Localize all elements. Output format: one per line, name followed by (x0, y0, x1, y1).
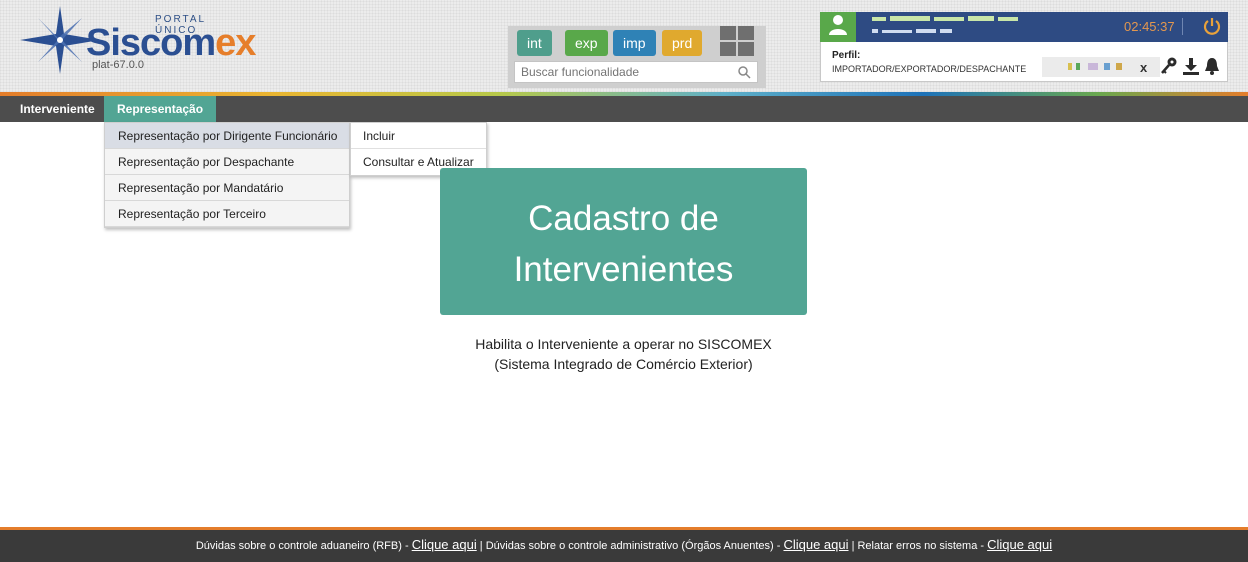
key-icon[interactable] (1160, 56, 1178, 76)
perfil-value: IMPORTADOR/EXPORTADOR/DESPACHANTE (832, 64, 1027, 74)
perfil-clear-button[interactable]: x (1140, 60, 1147, 75)
submenu-item-incluir[interactable]: Incluir (351, 123, 486, 149)
footer: Dúvidas sobre o controle aduaneiro (RFB)… (0, 530, 1248, 562)
footer-link-erros[interactable]: Clique aqui (987, 537, 1052, 552)
footer-text-anuentes: | Dúvidas sobre o controle administrativ… (476, 540, 784, 552)
footer-text-erros: | Relatar erros no sistema - (848, 540, 988, 552)
footer-link-rfb[interactable]: Clique aqui (412, 537, 477, 552)
siscomex-logo[interactable]: PORTAL ÚNICO Siscomex plat-67.0.0 (20, 6, 256, 76)
nav-item-interveniente[interactable]: Interveniente (8, 96, 107, 122)
download-icon[interactable] (1182, 56, 1200, 76)
session-clock: 02:45:37 (1124, 19, 1175, 34)
description-line2: (Sistema Integrado de Comércio Exterior) (494, 356, 753, 372)
logo-name-main: Siscom (86, 22, 216, 64)
user-avatar-icon (829, 15, 847, 35)
nav-item-representacao[interactable]: Representação (104, 96, 217, 122)
menu-item-terceiro[interactable]: Representação por Terceiro (105, 201, 349, 227)
footer-link-anuentes[interactable]: Clique aqui (783, 537, 848, 552)
apps-grid-icon[interactable] (720, 26, 756, 58)
module-int-button[interactable]: int (517, 30, 552, 56)
banner-title-line1: Cadastro de (528, 199, 719, 238)
perfil-id-redacted (1068, 63, 1130, 71)
module-exp-button[interactable]: exp (565, 30, 608, 56)
module-imp-button[interactable]: imp (613, 30, 656, 56)
perfil-label: Perfil: (832, 50, 861, 61)
page: PORTAL ÚNICO Siscomex plat-67.0.0 int ex… (0, 0, 1248, 562)
cadastro-intervenientes-banner: Cadastro de Intervenientes (440, 168, 807, 315)
menu-item-dirigente-funcionario[interactable]: Representação por Dirigente Funcionário (105, 123, 349, 149)
power-icon[interactable] (1203, 17, 1221, 35)
user-name-redacted (872, 16, 1018, 33)
search-input[interactable] (514, 61, 758, 83)
page-description: Habilita o Interveniente a operar no SIS… (440, 334, 807, 374)
footer-text-rfb: Dúvidas sobre o controle aduaneiro (RFB)… (195, 540, 412, 552)
module-prd-button[interactable]: prd (662, 30, 703, 56)
search-icon[interactable] (737, 65, 751, 79)
representacao-dropdown: Representação por Dirigente Funcionário … (104, 122, 350, 228)
menu-item-mandatario[interactable]: Representação por Mandatário (105, 175, 349, 201)
platform-version: plat-67.0.0 (92, 59, 144, 71)
bell-icon[interactable] (1203, 56, 1221, 76)
banner-title-line2: Intervenientes (513, 250, 734, 289)
logo-name-accent: ex (215, 22, 256, 64)
menu-item-despachante[interactable]: Representação por Despachante (105, 149, 349, 175)
clock-divider (1182, 18, 1183, 35)
description-line1: Habilita o Interveniente a operar no SIS… (475, 336, 772, 352)
